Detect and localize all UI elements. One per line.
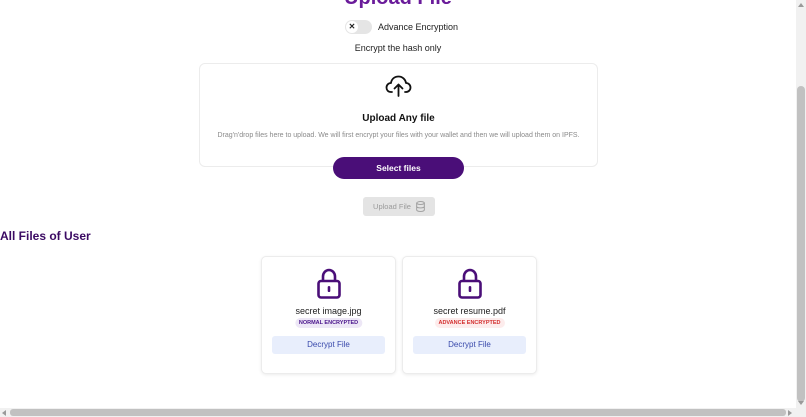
scroll-down-arrow-icon[interactable] xyxy=(798,401,804,405)
lock-icon xyxy=(458,268,482,299)
toggle-off-icon: ✕ xyxy=(346,21,358,33)
encryption-badge: NORMAL ENCRYPTED xyxy=(294,318,363,328)
scroll-up-arrow-icon[interactable] xyxy=(798,3,804,7)
advance-encryption-toggle[interactable]: ✕ xyxy=(345,20,372,34)
file-card: secret image.jpg NORMAL ENCRYPTED Decryp… xyxy=(261,256,396,374)
select-files-button[interactable]: Select files xyxy=(333,157,464,179)
toggle-label: Advance Encryption xyxy=(378,22,459,32)
page: Upload File ✕ Advance Encryption Encrypt… xyxy=(0,0,796,408)
files-section-title: All Files of User xyxy=(0,229,91,243)
encrypt-hash-note: Encrypt the hash only xyxy=(354,43,442,53)
vertical-scroll-thumb[interactable] xyxy=(797,86,805,402)
decrypt-file-button[interactable]: Decrypt File xyxy=(272,336,385,354)
page-title: Upload File xyxy=(0,0,796,10)
horizontal-scroll-thumb[interactable] xyxy=(10,409,786,416)
file-name: secret image.jpg xyxy=(295,306,362,316)
file-name: secret resume.pdf xyxy=(433,306,506,316)
vertical-scrollbar[interactable] xyxy=(796,0,806,408)
cloud-upload-icon xyxy=(385,75,412,97)
file-card: secret resume.pdf ADVANCE ENCRYPTED Decr… xyxy=(402,256,537,374)
scroll-right-arrow-icon[interactable] xyxy=(788,410,792,416)
file-dropzone[interactable]: Upload Any file Drag'n'drop files here t… xyxy=(199,63,598,167)
database-icon xyxy=(416,201,425,212)
encryption-toggle-row: ✕ Advance Encryption xyxy=(345,20,458,34)
decrypt-file-button[interactable]: Decrypt File xyxy=(413,336,526,354)
upload-file-label: Upload File xyxy=(373,202,411,211)
dropzone-title: Upload Any file xyxy=(362,113,435,124)
upload-file-button[interactable]: Upload File xyxy=(363,197,435,216)
scroll-left-arrow-icon[interactable] xyxy=(2,410,6,416)
encryption-badge: ADVANCE ENCRYPTED xyxy=(434,318,505,328)
lock-icon xyxy=(317,268,341,299)
horizontal-scrollbar[interactable] xyxy=(0,408,806,417)
dropzone-description: Drag'n'drop files here to upload. We wil… xyxy=(217,132,580,139)
